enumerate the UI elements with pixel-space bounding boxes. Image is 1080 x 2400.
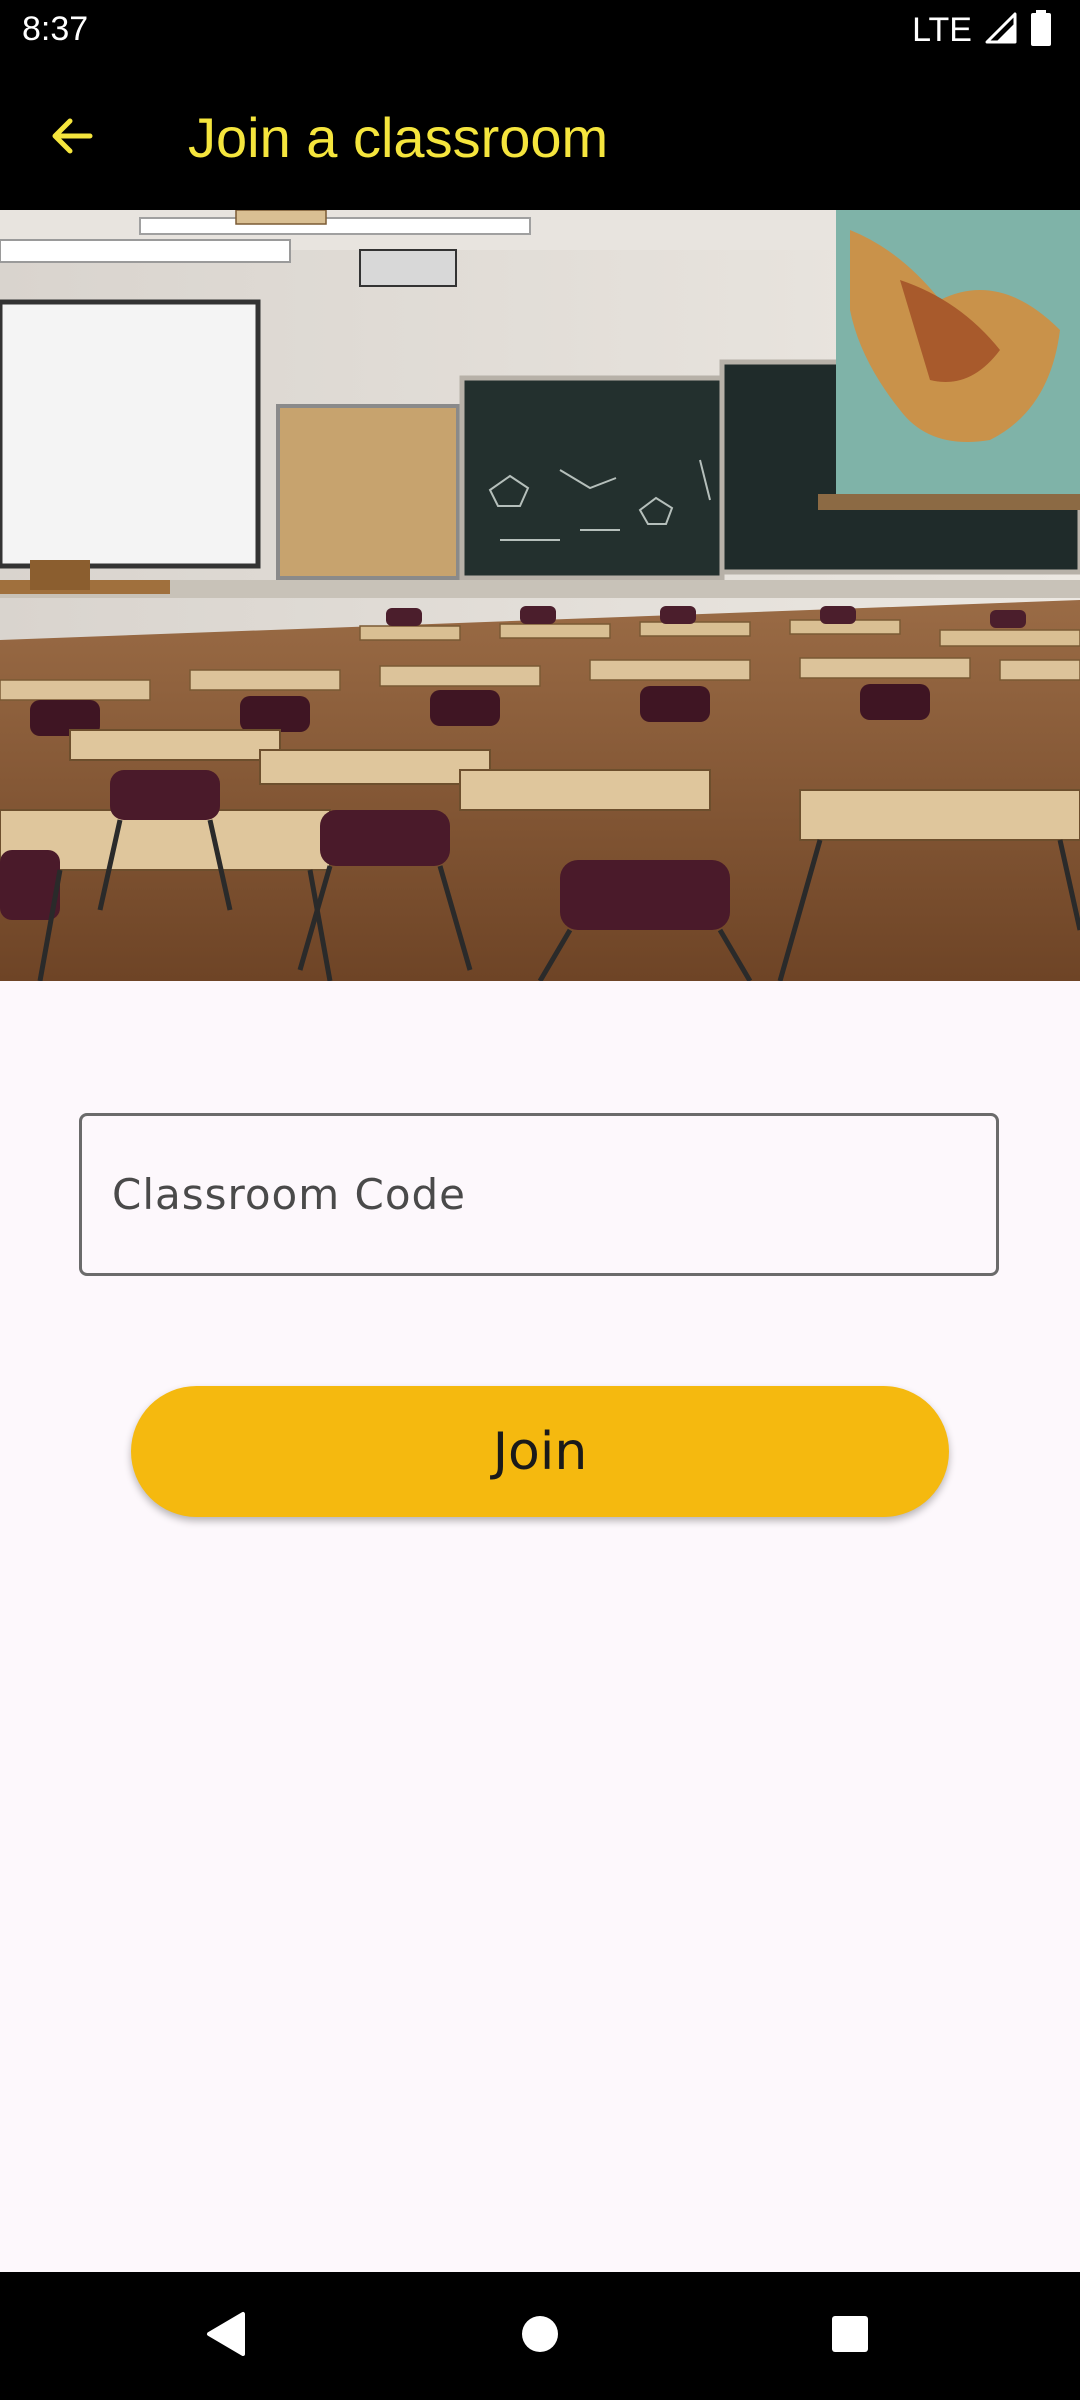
back-triangle-icon <box>203 2310 247 2363</box>
classroom-code-input[interactable] <box>82 1116 996 1273</box>
home-circle-icon <box>520 2314 560 2359</box>
nav-recents-button[interactable] <box>790 2272 910 2400</box>
back-button[interactable] <box>30 96 114 180</box>
page-title: Join a classroom <box>188 106 609 169</box>
nav-back-button[interactable] <box>165 2272 285 2400</box>
system-nav-bar <box>0 2272 1080 2400</box>
status-time: 8:37 <box>22 10 89 48</box>
status-icons: LTE <box>912 10 1052 51</box>
nav-home-button[interactable] <box>480 2272 600 2400</box>
signal-icon <box>984 11 1018 50</box>
classroom-photo <box>0 210 1080 981</box>
recents-square-icon <box>830 2314 870 2359</box>
app-bar: Join a classroom <box>0 64 1080 210</box>
battery-icon <box>1030 10 1052 51</box>
join-button[interactable]: Join <box>131 1386 949 1517</box>
classroom-code-field[interactable] <box>79 1113 999 1276</box>
network-type: LTE <box>912 11 972 49</box>
arrow-back-icon <box>48 112 96 165</box>
status-bar: 8:37 LTE <box>0 0 1080 64</box>
